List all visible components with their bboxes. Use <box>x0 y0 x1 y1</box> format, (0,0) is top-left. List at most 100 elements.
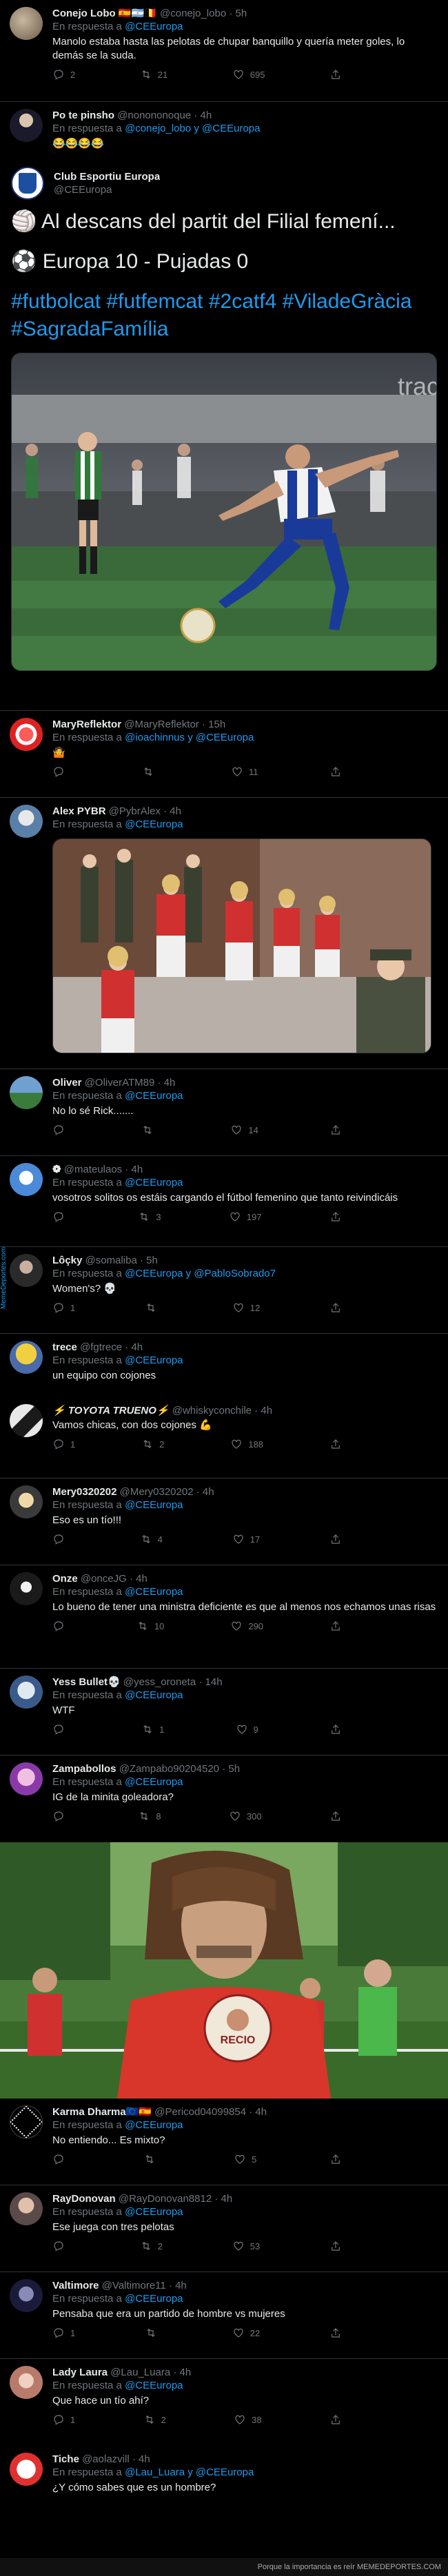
avatar[interactable] <box>10 7 43 40</box>
reply-button[interactable] <box>52 1210 70 1223</box>
display-name[interactable]: ⚡ TOYOTA TRUENO⚡ <box>52 1405 170 1416</box>
display-name[interactable]: RayDonovan <box>52 2193 116 2205</box>
footer-credit[interactable]: Porque la importancia es reír MEMEDEPORT… <box>0 2558 448 2576</box>
display-name[interactable]: Alex PYBR <box>52 805 106 817</box>
handle[interactable]: @OliverATM89 · 4h <box>85 1077 176 1089</box>
reply-to-link[interactable]: @ioachinnus y @CEEuropa <box>125 732 254 743</box>
avatar[interactable] <box>10 2279 43 2312</box>
like-button[interactable]: 5 <box>234 2153 256 2165</box>
avatar[interactable] <box>10 1676 43 1709</box>
share-button[interactable] <box>329 1438 342 1450</box>
like-button[interactable]: 22 <box>232 2327 260 2339</box>
handle[interactable]: @fgtrece · 4h <box>80 1341 143 1353</box>
share-button[interactable] <box>329 1210 342 1223</box>
reply-to-link[interactable]: @CEEuropa <box>125 2119 183 2131</box>
avatar[interactable] <box>10 1572 43 1605</box>
reply-button[interactable] <box>52 1723 70 1735</box>
share-button[interactable] <box>329 2153 342 2165</box>
share-button[interactable] <box>329 1301 342 1314</box>
like-button[interactable]: 38 <box>234 2413 262 2426</box>
reply-button[interactable]: 1 <box>52 2327 75 2339</box>
reply-button[interactable]: 1 <box>52 2413 75 2426</box>
reply-image[interactable] <box>52 838 431 1053</box>
display-name[interactable]: Yess Bullet💀 <box>52 1676 121 1688</box>
reply-button[interactable]: 1 <box>52 1438 75 1450</box>
like-button[interactable]: 53 <box>232 2240 260 2252</box>
display-name[interactable]: Club Esportiu Europa <box>54 171 160 183</box>
retweet-button[interactable]: 3 <box>138 1210 161 1223</box>
reply-tweet[interactable]: Yess Bullet💀 @yess_oroneta · 14h En resp… <box>0 1669 448 1755</box>
handle[interactable]: @MaryReflektor · 15h <box>124 719 225 730</box>
retweet-button[interactable]: 2 <box>141 1438 164 1450</box>
share-button[interactable] <box>329 1124 342 1136</box>
reply-tweet[interactable]: Alex PYBR @PybrAlex · 4h En respuesta a … <box>0 798 448 1069</box>
avatar[interactable] <box>10 805 43 838</box>
reply-tweet[interactable]: Onze @onceJG · 4h En respuesta a @CEEuro… <box>0 1565 448 1669</box>
display-name[interactable]: Tiche <box>52 2453 79 2465</box>
reply-button[interactable]: 1 <box>52 1301 75 1314</box>
display-name[interactable]: Oliver <box>52 1077 82 1089</box>
handle[interactable]: @somaliba · 5h <box>85 1255 158 1266</box>
display-name[interactable]: MaryReflektor <box>52 719 121 730</box>
reply-to-link[interactable]: @CEEuropa y @PabloSobrado7 <box>125 1268 276 1279</box>
reply-tweet[interactable]: Valtimore @Valtimore11 · 4h En respuesta… <box>0 2272 448 2359</box>
avatar[interactable] <box>10 1163 43 1196</box>
display-name[interactable]: ❁ <box>52 1164 61 1175</box>
display-name[interactable]: Onze <box>52 1573 78 1585</box>
retweet-button[interactable] <box>143 2153 161 2165</box>
reply-tweet[interactable]: Mery0320202 @Mery0320202 · 4h En respues… <box>0 1478 448 1565</box>
share-button[interactable] <box>329 2327 342 2339</box>
retweet-button[interactable]: 2 <box>143 2413 166 2426</box>
reply-tweet[interactable]: ❁ @mateulaos · 4h En respuesta a @CEEuro… <box>0 1156 448 1247</box>
hashtags[interactable]: #futbolcat #futfemcat #2catf4 #ViladeGrà… <box>11 288 437 316</box>
retweet-button[interactable]: 10 <box>136 1620 164 1632</box>
handle[interactable]: @CEEuropa <box>54 184 112 196</box>
like-button[interactable]: 9 <box>236 1723 258 1735</box>
reply-tweet[interactable]: Karma Dharma🇪🇺🇪🇸 @Pericod04099854 · 4h E… <box>0 2099 448 2185</box>
handle[interactable]: @mateulaos · 4h <box>64 1164 143 1175</box>
like-button[interactable]: 300 <box>229 1810 262 1822</box>
like-button[interactable]: 290 <box>230 1620 263 1632</box>
handle[interactable]: @onceJG · 4h <box>81 1573 147 1585</box>
handle[interactable]: @PybrAlex · 4h <box>109 805 181 817</box>
reply-to-link[interactable]: @CEEuropa <box>125 2206 183 2218</box>
share-button[interactable] <box>329 68 342 81</box>
retweet-button[interactable] <box>145 2327 163 2339</box>
reply-to-link[interactable]: @Lau_Luara y @CEEuropa <box>125 2466 254 2478</box>
share-button[interactable] <box>329 1810 342 1822</box>
avatar[interactable] <box>10 718 43 751</box>
reply-to-link[interactable]: @CEEuropa <box>125 1776 183 1788</box>
reply-tweet[interactable]: RayDonovan @RayDonovan8812 · 4h En respu… <box>0 2185 448 2272</box>
reply-tweet[interactable]: Zampabollos @Zampabo90204520 · 5h En res… <box>0 1755 448 1842</box>
reply-button[interactable] <box>52 765 70 778</box>
club-logo[interactable] <box>11 167 44 200</box>
handle[interactable]: @Mery0320202 · 4h <box>120 1486 214 1498</box>
like-button[interactable]: 17 <box>232 1533 260 1545</box>
reply-button[interactable] <box>52 2153 70 2165</box>
avatar[interactable] <box>10 2105 43 2139</box>
handle[interactable]: @aolazvill · 4h <box>82 2453 150 2465</box>
share-button[interactable] <box>329 2413 342 2426</box>
avatar[interactable] <box>10 109 43 142</box>
meme-photo[interactable]: RECIO <box>0 1842 448 2099</box>
reply-button[interactable] <box>52 1124 70 1136</box>
display-name[interactable]: Conejo Lobo 🇪🇸🇦🇷🇧🇪 <box>52 8 157 19</box>
handle[interactable]: @Lau_Luara · 4h <box>110 2367 191 2378</box>
reply-to-link[interactable]: @CEEuropa <box>125 1090 183 1102</box>
retweet-button[interactable] <box>145 1301 163 1314</box>
avatar[interactable] <box>10 2366 43 2399</box>
avatar[interactable] <box>10 1762 43 1795</box>
reply-tweet[interactable]: Po te pinsho @nonononoque · 4h En respue… <box>0 102 448 157</box>
reply-button[interactable] <box>52 1620 70 1632</box>
reply-to-link[interactable]: @CEEuropa <box>125 1177 183 1188</box>
avatar[interactable] <box>10 1254 43 1287</box>
like-button[interactable]: 12 <box>232 1301 260 1314</box>
retweet-button[interactable]: 8 <box>138 1810 161 1822</box>
retweet-button[interactable] <box>141 1124 159 1136</box>
display-name[interactable]: Zampabollos <box>52 1763 116 1775</box>
reply-button[interactable]: 2 <box>52 68 75 81</box>
avatar[interactable] <box>10 1076 43 1109</box>
reply-to-link[interactable]: @CEEuropa <box>125 1689 183 1701</box>
reply-to-link[interactable]: @CEEuropa <box>125 2293 183 2305</box>
reply-to-link[interactable]: @CEEuropa <box>125 2380 183 2391</box>
